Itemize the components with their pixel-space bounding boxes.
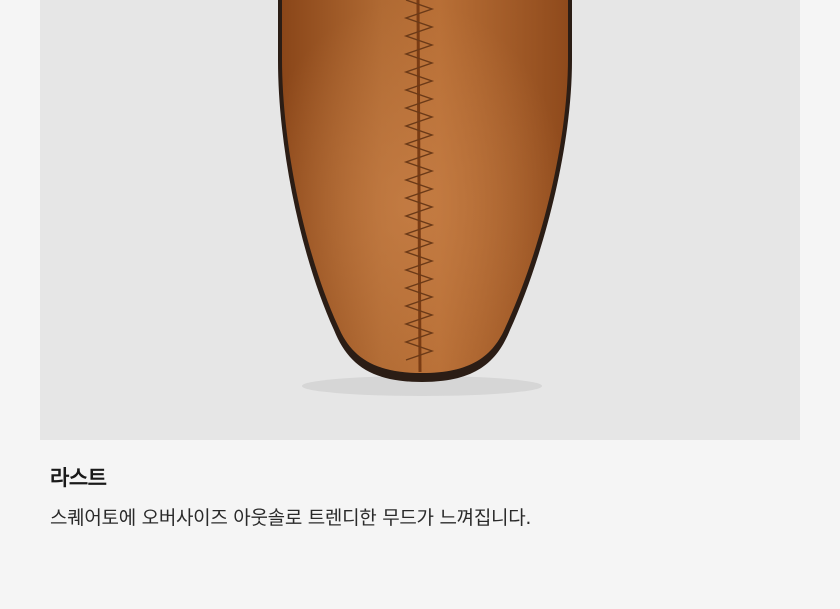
product-detail-section: 라스트 스퀘어토에 오버사이즈 아웃솔로 트렌디한 무드가 느껴집니다. <box>0 0 840 609</box>
shoe-toe-illustration <box>40 0 800 440</box>
shoe-seam <box>416 0 422 373</box>
feature-caption: 라스트 스퀘어토에 오버사이즈 아웃솔로 트렌디한 무드가 느껴집니다. <box>50 462 790 532</box>
feature-title: 라스트 <box>50 466 107 490</box>
product-image <box>40 0 800 440</box>
feature-description: 스퀘어토에 오버사이즈 아웃솔로 트렌디한 무드가 느껴집니다. <box>50 507 532 529</box>
